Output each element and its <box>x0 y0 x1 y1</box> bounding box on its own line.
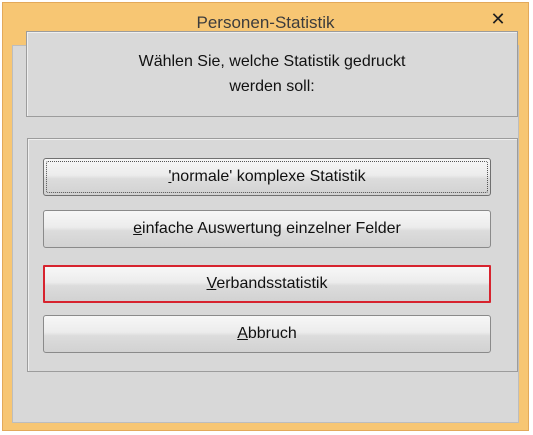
prompt-line-2: werden soll: <box>229 78 315 95</box>
button-label: 'normale' komplexe Statistik <box>168 168 365 186</box>
mnemonic-char: V <box>206 275 217 292</box>
close-button[interactable]: ✕ <box>476 4 520 34</box>
label-rest: erbandsstatistik <box>216 275 328 292</box>
button-label: Abbruch <box>237 325 297 343</box>
dialog-window: Personen-Statistik ✕ Wählen Sie, welche … <box>2 2 529 431</box>
association-statistics-button[interactable]: Verbandsstatistik <box>43 265 491 303</box>
prompt-text: Wählen Sie, welche Statistik gedruckt we… <box>102 49 442 99</box>
prompt-line-1: Wählen Sie, welche Statistik gedruckt <box>138 53 406 70</box>
button-label: Verbandsstatistik <box>207 275 328 293</box>
cancel-button[interactable]: Abbruch <box>43 315 491 353</box>
label-rest: infache Auswertung einzelner Felder <box>142 220 401 237</box>
prompt-panel: Wählen Sie, welche Statistik gedruckt we… <box>26 31 518 117</box>
close-icon: ✕ <box>490 8 506 30</box>
option-button-group: 'normale' komplexe Statistik einfache Au… <box>27 138 518 372</box>
label-rest: bbruch <box>247 325 297 342</box>
window-title: Personen-Statistik <box>196 13 335 32</box>
simple-field-evaluation-button[interactable]: einfache Auswertung einzelner Felder <box>43 210 491 248</box>
mnemonic-char: A <box>237 325 248 342</box>
mnemonic-char: e <box>133 220 143 237</box>
label-rest: normale' komplexe Statistik <box>171 168 366 185</box>
normal-complex-statistics-button[interactable]: 'normale' komplexe Statistik <box>43 158 491 196</box>
button-label: einfache Auswertung einzelner Felder <box>133 220 401 238</box>
